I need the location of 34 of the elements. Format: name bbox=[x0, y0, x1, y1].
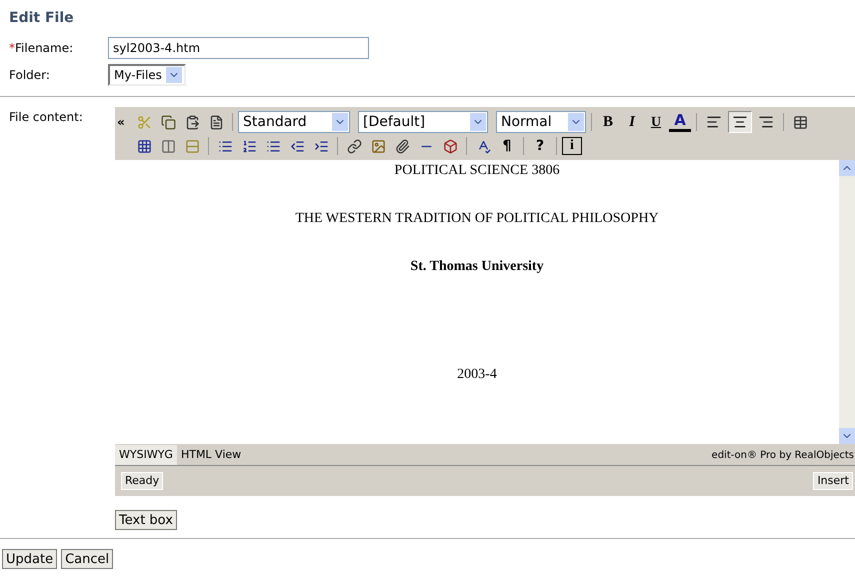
form-button[interactable]: Cancel bbox=[61, 549, 114, 569]
help-button[interactable]: ? bbox=[529, 136, 551, 156]
dropdown[interactable]: Standard bbox=[238, 111, 350, 133]
document-paragraph: POLITICAL SCIENCE 3806 bbox=[394, 162, 560, 180]
document-paragraph: 2003-4 bbox=[457, 366, 497, 384]
form-button[interactable]: Update bbox=[2, 549, 58, 569]
credit-text: edit-on® Pro by RealObjects bbox=[712, 449, 855, 463]
info-button[interactable]: i bbox=[562, 137, 582, 155]
bold-button[interactable]: B bbox=[597, 110, 619, 134]
italic-button[interactable]: I bbox=[621, 110, 643, 134]
scroll-up-icon[interactable] bbox=[839, 160, 855, 176]
document-paragraph: St. Thomas University bbox=[410, 258, 544, 276]
status-text: Ready bbox=[121, 472, 164, 490]
dropdown[interactable]: Normal bbox=[496, 111, 586, 133]
folder-dropdown[interactable]: My-Files bbox=[108, 64, 186, 86]
document-paragraph: THE WESTERN TRADITION OF POLITICAL PHILOSOPHY bbox=[295, 210, 659, 228]
status-text: Insert bbox=[813, 472, 853, 490]
document-area[interactable]: POLITICAL SCIENCE 3806 THE WESTERN TRADITION OF POLITICAL PHILOSOPHY St. Thomas University 2003-4 bbox=[115, 160, 839, 444]
underline-button[interactable]: U bbox=[645, 112, 667, 132]
dropdown[interactable]: [Default] bbox=[358, 111, 488, 133]
page-title: Edit File bbox=[9, 9, 75, 28]
scroll-down-icon[interactable] bbox=[839, 428, 855, 444]
align-center-icon[interactable] bbox=[728, 111, 752, 133]
editor-tab[interactable]: HTML View bbox=[176, 445, 246, 465]
paragraph-button[interactable]: ¶ bbox=[496, 136, 518, 156]
collapse-button[interactable]: « bbox=[117, 113, 131, 131]
field-label: Folder: bbox=[9, 67, 51, 84]
scrollbar[interactable] bbox=[839, 160, 855, 444]
text-color-button[interactable]: A bbox=[669, 112, 691, 132]
field-label: *Filename: bbox=[9, 40, 74, 57]
editor-tab[interactable]: WYSIWYG bbox=[115, 445, 177, 465]
text-box-button[interactable]: Text box bbox=[115, 510, 177, 530]
field-label: File content: bbox=[9, 109, 84, 126]
filename-field[interactable]: syl2003-4.htm bbox=[108, 37, 369, 59]
